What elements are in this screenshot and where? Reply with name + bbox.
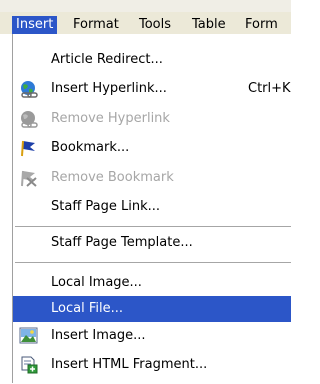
- toolbar-strip: [0, 0, 291, 12]
- menu-item-label: Local File...: [51, 301, 123, 316]
- menu-item-label: Article Redirect...: [51, 52, 163, 67]
- menu-item-label: Bookmark...: [51, 140, 130, 155]
- menu-item-remove-bookmark: Remove Bookmark: [13, 165, 291, 191]
- globe-link-icon: [19, 80, 39, 98]
- menu-item-bookmark[interactable]: Bookmark...: [13, 135, 291, 161]
- menu-insert[interactable]: Insert: [12, 16, 58, 34]
- menu-separator: [15, 226, 291, 228]
- menu-item-label: Staff Page Template...: [51, 235, 193, 250]
- menu-table[interactable]: Table: [188, 16, 230, 34]
- menu-item-local-file[interactable]: Local File...: [13, 296, 291, 322]
- bookmark-flag-icon: [19, 139, 39, 157]
- menu-item-label: Insert HTML Fragment...: [51, 357, 208, 372]
- menu-item-remove-hyperlink: Remove Hyperlink: [13, 106, 291, 132]
- insert-dropdown-menu: Article Redirect... Insert Hyperlink... …: [12, 34, 291, 383]
- menu-item-staff-page-link[interactable]: Staff Page Link...: [13, 194, 291, 220]
- menu-item-label: Insert Image...: [51, 328, 146, 343]
- menu-item-insert-hyperlink[interactable]: Insert Hyperlink... Ctrl+K: [13, 76, 291, 102]
- menu-item-shortcut: Ctrl+K: [248, 81, 291, 96]
- remove-hyperlink-icon: [19, 110, 39, 128]
- menu-item-insert-html-fragment[interactable]: Insert HTML Fragment...: [13, 352, 291, 378]
- menu-item-label: Local Image...: [51, 275, 142, 290]
- remove-bookmark-icon: [19, 169, 39, 187]
- menu-item-label: Insert Hyperlink...: [51, 81, 167, 96]
- menu-separator: [15, 262, 291, 264]
- menu-item-article-redirect[interactable]: Article Redirect...: [13, 47, 291, 73]
- menu-item-label: Staff Page Link...: [51, 199, 161, 214]
- menu-form[interactable]: Form: [241, 16, 282, 34]
- menu-tools[interactable]: Tools: [135, 16, 175, 34]
- menu-bar: Insert Format Tools Table Form: [0, 0, 291, 34]
- menu-item-staff-page-template[interactable]: Staff Page Template...: [13, 230, 291, 256]
- menu-item-insert-image[interactable]: Insert Image...: [13, 323, 291, 349]
- html-fragment-icon: [19, 356, 39, 374]
- menu-item-local-image[interactable]: Local Image...: [13, 270, 291, 296]
- menu-item-label: Remove Hyperlink: [51, 111, 170, 126]
- menu-format[interactable]: Format: [69, 16, 123, 34]
- menu-item-label: Remove Bookmark: [51, 170, 174, 185]
- image-icon: [19, 327, 39, 345]
